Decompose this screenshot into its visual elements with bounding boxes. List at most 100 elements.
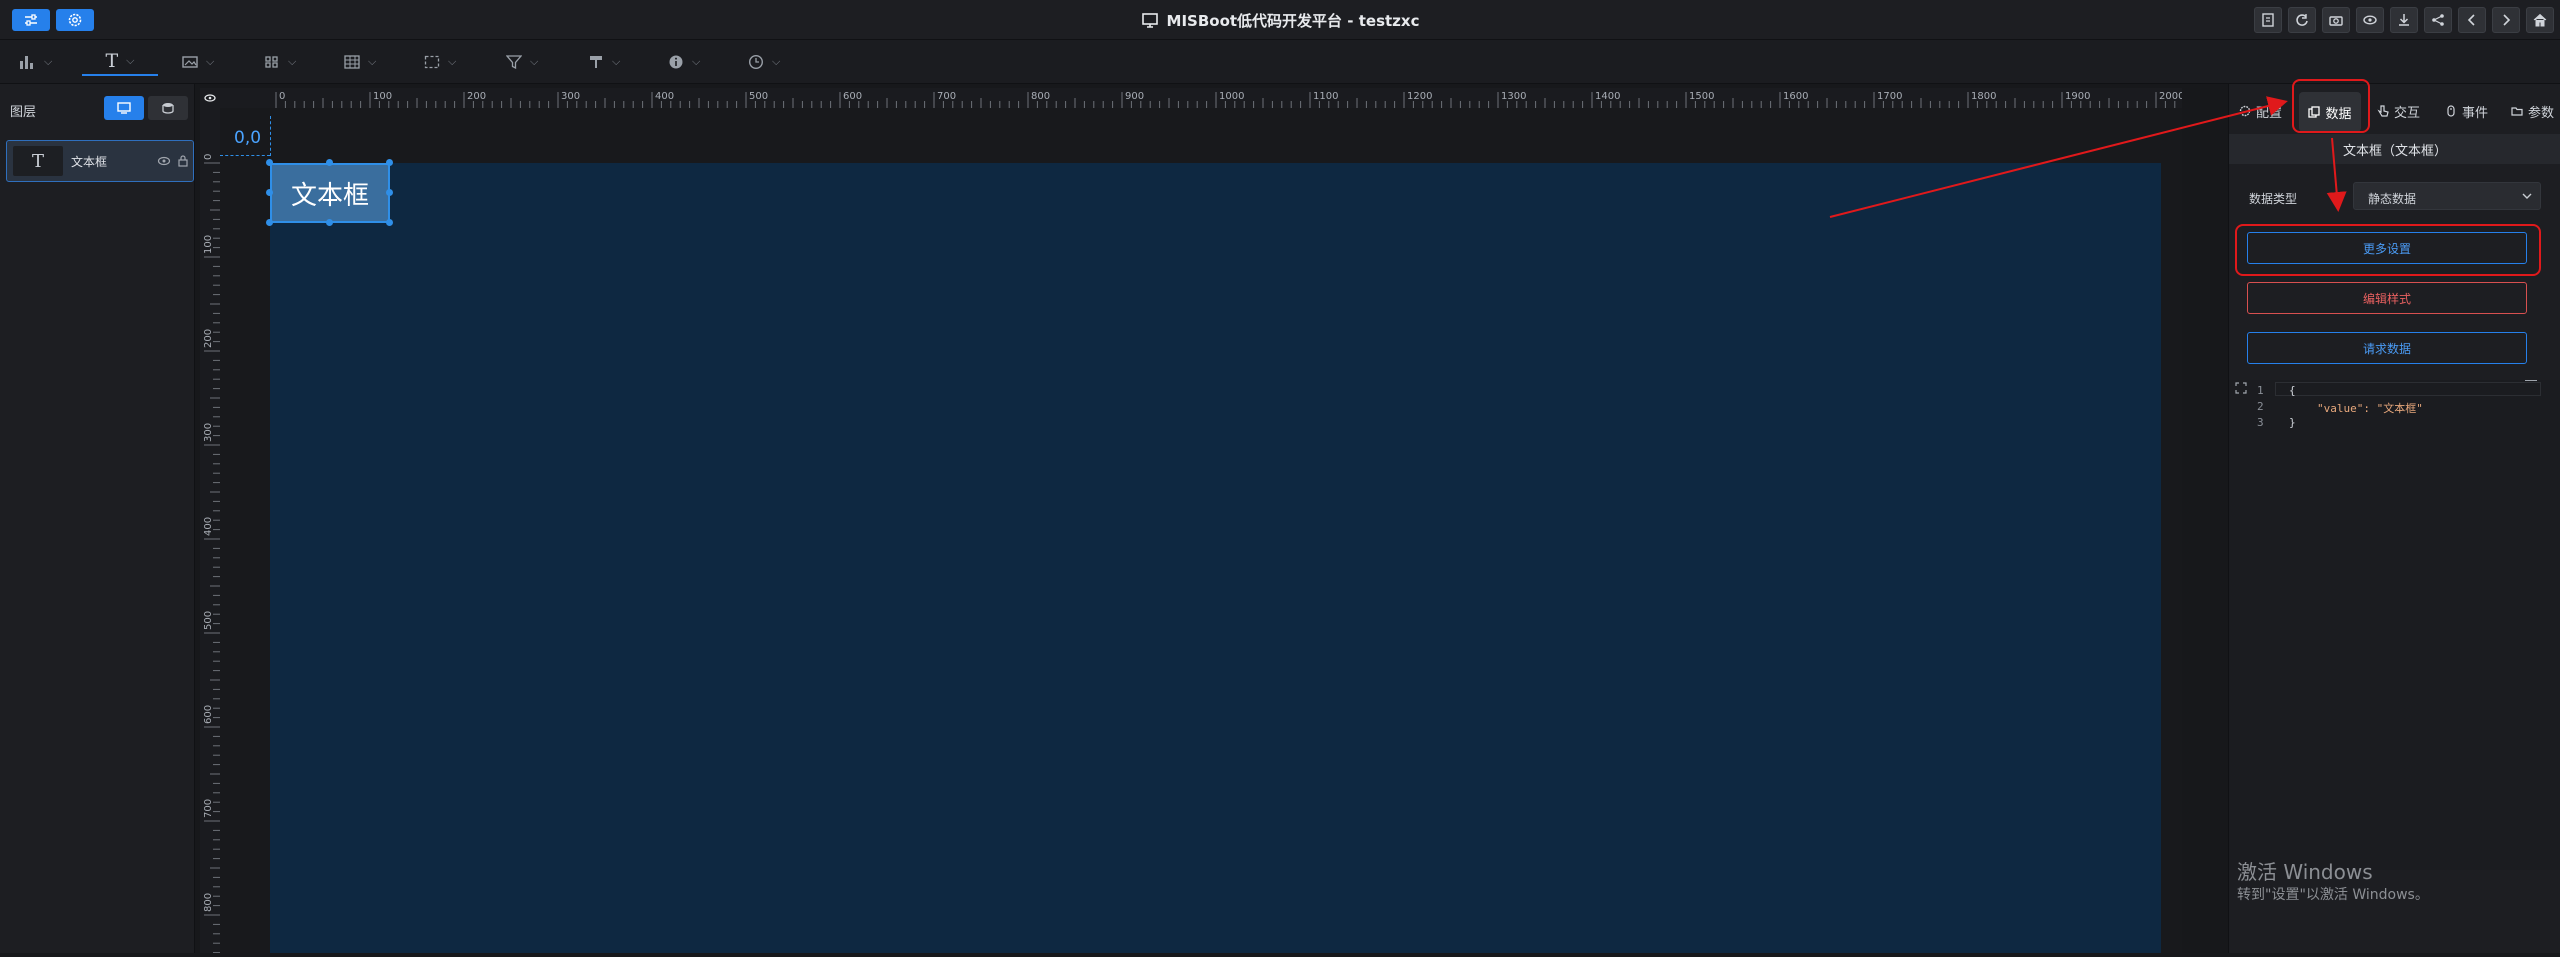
home-button[interactable] — [2526, 7, 2554, 33]
border-icon — [424, 55, 440, 69]
tool-filter[interactable]: ⌵ — [506, 48, 538, 76]
tool-chart[interactable]: ⌵ — [18, 48, 52, 76]
eye-icon — [2363, 15, 2377, 25]
resize-handle-tl[interactable] — [266, 159, 273, 166]
fullscreen-icon[interactable] — [2235, 382, 2247, 394]
resize-handle-b[interactable] — [326, 219, 333, 226]
tool-decoration[interactable]: ⌵ — [588, 48, 620, 76]
table-icon — [344, 55, 360, 69]
screen-canvas[interactable] — [270, 163, 2161, 953]
camera-icon — [2329, 16, 2343, 26]
ruler-tick-label: 200 — [203, 329, 214, 348]
ruler-tick-label: 500 — [203, 611, 214, 630]
json-editor[interactable]: 1 2 3 { "value": "文本框" } — [2229, 380, 2560, 870]
tool-media[interactable]: ⌵ — [182, 48, 214, 76]
ruler-tick-label: 1300 — [1501, 91, 1526, 102]
ruler-tick-label: 300 — [561, 91, 580, 102]
resize-handle-t[interactable] — [326, 159, 333, 166]
ruler-tick-label: 900 — [1125, 91, 1144, 102]
tab-event[interactable]: 事件 — [2445, 98, 2488, 124]
tool-border[interactable]: ⌵ — [424, 48, 456, 76]
redo-button[interactable] — [2492, 7, 2520, 33]
monitor-icon — [1141, 13, 1158, 28]
chevron-down-icon: ⌵ — [126, 54, 135, 67]
ruler-tick-label: 400 — [203, 517, 214, 536]
windows-activation-subtitle: 转到"设置"以激活 Windows。 — [2237, 887, 2429, 903]
layer-view-list-button[interactable] — [148, 96, 188, 120]
annotation-arrows — [1829, 96, 2347, 218]
code-line-2: "value": "文本框" — [2317, 402, 2423, 415]
tool-table[interactable]: ⌵ — [344, 48, 376, 76]
share-button[interactable] — [2424, 7, 2452, 33]
ruler-tick-label: 0 — [203, 154, 214, 160]
app-title-text: MISBoot低代码开发平台 - testzxc — [1166, 11, 1420, 30]
ruler-tick-label: 1400 — [1595, 91, 1620, 102]
ruler-tick-label: 600 — [203, 705, 214, 724]
download-button[interactable] — [2390, 7, 2418, 33]
ruler-tick-label: 1100 — [1313, 91, 1338, 102]
preview-button[interactable] — [2254, 7, 2282, 33]
database-icon — [162, 103, 174, 114]
code-line-1: { — [2289, 384, 2296, 397]
tool-widgets[interactable]: ⌵ — [264, 48, 296, 76]
chevron-left-icon — [2467, 14, 2475, 26]
code-line-3: } — [2289, 416, 2296, 429]
image-icon — [182, 56, 198, 68]
layer-view-canvas-button[interactable] — [104, 96, 144, 120]
top-bar: MISBoot低代码开发平台 - testzxc — [0, 0, 2560, 40]
ruler-tick-label: 300 — [203, 423, 214, 442]
tool-clock[interactable]: ⌵ — [748, 48, 780, 76]
chevron-down-icon: ⌵ — [368, 55, 377, 68]
tab-params[interactable]: 参数 — [2511, 98, 2554, 124]
ruler-tick-label: 800 — [1031, 91, 1050, 102]
textbox-component[interactable]: 文本框 — [270, 163, 390, 223]
chevron-down-icon: ⌵ — [692, 55, 701, 68]
ruler-tick-label: 100 — [203, 235, 214, 254]
undo-button[interactable] — [2458, 7, 2486, 33]
vertical-ruler-ticks: 0 100 200 300 400 500 600 700 800 — [203, 154, 220, 954]
guide-line-v — [270, 116, 271, 156]
eye-icon[interactable] — [157, 155, 171, 167]
data-type-select[interactable]: 静态数据 — [2353, 182, 2541, 210]
document-icon — [2262, 13, 2274, 27]
ruler-tick-label: 700 — [203, 799, 214, 818]
folder-icon — [2511, 107, 2523, 116]
layer-item-textbox[interactable]: T 文本框 — [6, 140, 194, 182]
ruler-tick-label: 1200 — [1407, 91, 1432, 102]
screenshot-button[interactable] — [2322, 7, 2350, 33]
resize-handle-br[interactable] — [386, 219, 393, 226]
resize-handle-bl[interactable] — [266, 219, 273, 226]
mouse-icon — [2447, 105, 2455, 117]
widgets-icon — [265, 56, 278, 68]
layer-panel-title: 图层 — [10, 105, 37, 120]
tab-params-label: 参数 — [2528, 105, 2555, 121]
chevron-right-icon — [2503, 14, 2511, 26]
chevron-down-icon: ⌵ — [772, 55, 781, 68]
tool-info[interactable]: ⌵ — [668, 48, 700, 76]
origin-label: 0,0 — [234, 128, 262, 148]
text-icon: T — [105, 50, 119, 72]
resize-handle-l[interactable] — [266, 189, 273, 196]
resize-handle-r[interactable] — [386, 189, 393, 196]
line-number-1: 1 — [2257, 384, 2264, 397]
active-line — [2275, 382, 2541, 396]
edit-style-button[interactable]: 编辑样式 — [2247, 282, 2527, 314]
tool-text[interactable]: T ⌵ — [82, 48, 158, 76]
tab-interaction[interactable]: 交互 — [2377, 98, 2420, 124]
chevron-down-icon: ⌵ — [448, 55, 457, 68]
chevron-down-icon: ⌵ — [288, 55, 297, 68]
view-button[interactable] — [2356, 7, 2384, 33]
ruler-tick-label: 500 — [749, 91, 768, 102]
eye-icon — [204, 94, 216, 102]
lock-icon[interactable] — [177, 154, 189, 168]
ruler-tick-label: 600 — [843, 91, 862, 102]
monitor-icon — [117, 102, 131, 114]
guide-line-h — [220, 155, 270, 156]
resize-handle-tr[interactable] — [386, 159, 393, 166]
chevron-down-icon: ⌵ — [206, 55, 215, 68]
refresh-button[interactable] — [2288, 7, 2316, 33]
info-icon — [669, 55, 683, 69]
request-data-button[interactable]: 请求数据 — [2247, 332, 2527, 364]
paint-icon — [590, 56, 602, 68]
line-number-2: 2 — [2257, 400, 2264, 413]
